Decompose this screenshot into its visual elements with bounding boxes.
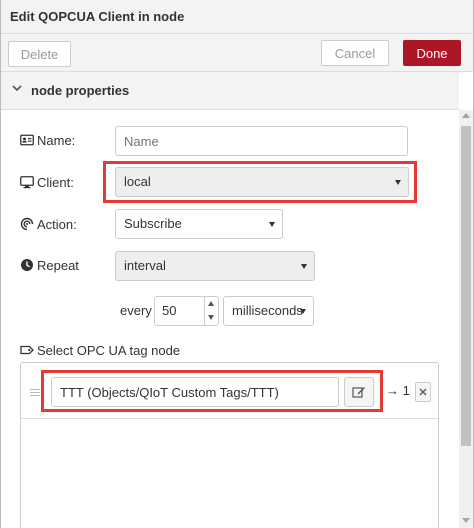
action-label: Action:	[20, 217, 77, 232]
interval-value-spinner[interactable]: 50	[154, 296, 219, 326]
clock-icon	[20, 258, 34, 272]
dialog-title: Edit QOPCUA Client in node	[10, 9, 185, 24]
scroll-up-icon[interactable]	[462, 113, 470, 118]
dialog-titlebar: Edit QOPCUA Client in node	[1, 0, 473, 34]
node-properties-header[interactable]: node properties	[1, 72, 459, 110]
dropdown-caret-icon	[269, 222, 275, 227]
scroll-down-icon[interactable]	[462, 518, 470, 523]
output-port-label: → 1	[386, 383, 410, 398]
dialog-toolbar: Delete Cancel Done	[1, 34, 473, 72]
name-label: Name:	[20, 133, 75, 148]
tag-node-highlight-box	[41, 370, 383, 412]
drag-handle-icon[interactable]	[30, 389, 40, 398]
dropdown-caret-icon	[301, 264, 307, 269]
repeat-select[interactable]: interval	[115, 251, 315, 281]
section-title: node properties	[31, 83, 130, 98]
remove-row-button[interactable]	[415, 382, 431, 402]
delete-button[interactable]: Delete	[8, 41, 71, 67]
repeat-label: Repeat	[20, 258, 79, 273]
edit-node-dialog: Edit QOPCUA Client in node Delete Cancel…	[0, 0, 474, 528]
dropdown-caret-icon	[300, 309, 306, 314]
vertical-scrollbar[interactable]	[459, 110, 473, 528]
id-card-icon	[20, 133, 34, 147]
close-icon	[416, 388, 430, 396]
interval-value[interactable]: 50	[162, 303, 176, 318]
every-label: every	[120, 303, 152, 318]
tag-select-label: Select OPC UA tag node	[20, 343, 180, 358]
action-select[interactable]: Subscribe	[115, 209, 283, 239]
client-highlight-box	[103, 161, 417, 203]
tag-icon	[20, 343, 34, 357]
spinner-buttons	[204, 297, 218, 325]
spinner-up-icon[interactable]	[208, 301, 214, 306]
monitor-icon	[20, 175, 34, 189]
scrollbar-thumb[interactable]	[461, 126, 471, 446]
signal-icon	[20, 217, 34, 231]
cancel-button[interactable]: Cancel	[321, 40, 389, 66]
done-button[interactable]: Done	[403, 40, 461, 66]
spinner-down-icon[interactable]	[208, 315, 214, 320]
chevron-down-icon	[12, 83, 22, 96]
interval-unit-select[interactable]: milliseconds	[223, 296, 314, 326]
name-input[interactable]	[115, 126, 408, 156]
client-label: Client:	[20, 175, 74, 190]
